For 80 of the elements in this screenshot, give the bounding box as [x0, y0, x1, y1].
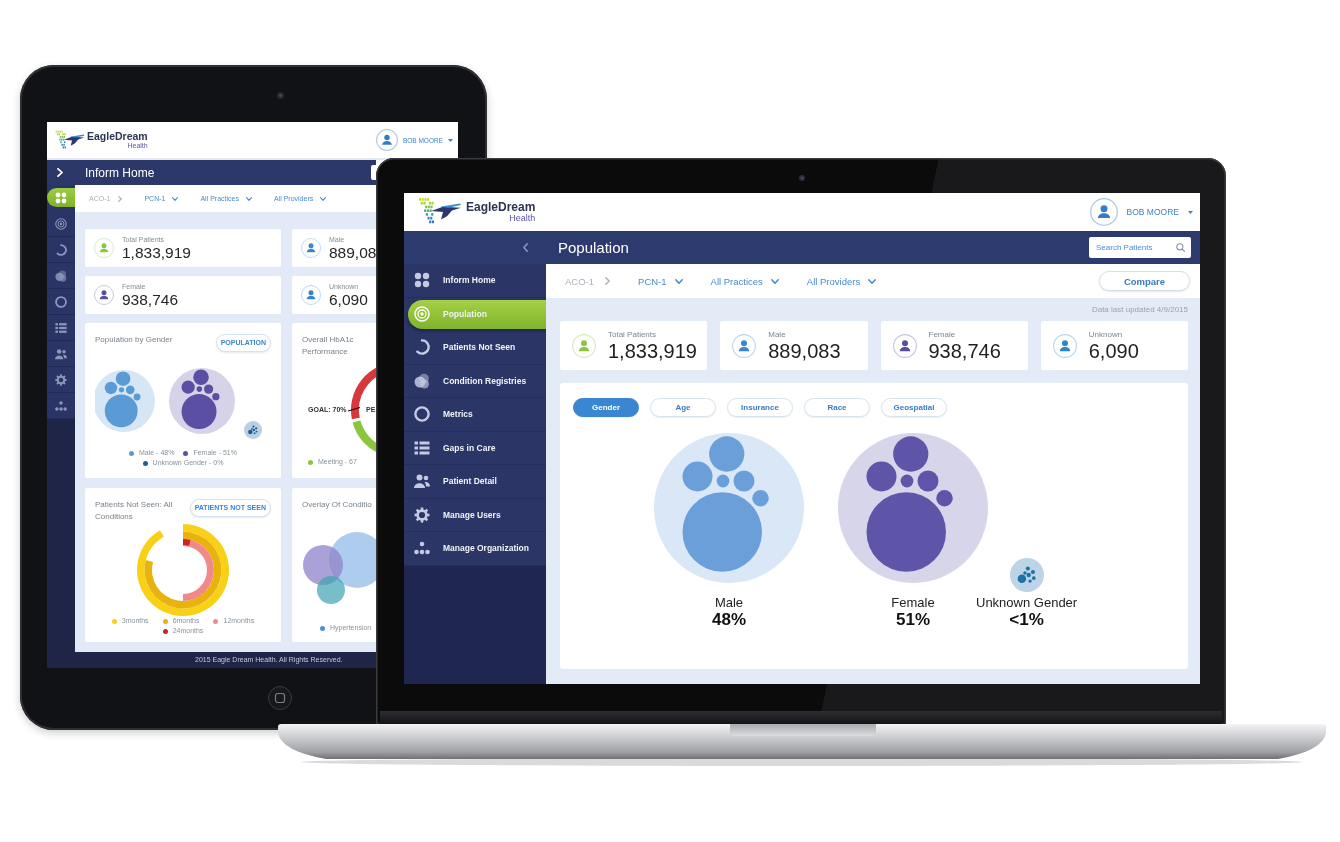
stat-value: 6,090 — [1088, 339, 1139, 362]
avatar-icon — [375, 129, 398, 151]
stat-value: 938,746 — [122, 290, 179, 308]
breadcrumb-link[interactable]: ACO-1 — [565, 275, 595, 287]
updated-note: Data last updated 4/9/2015 — [1091, 305, 1188, 315]
chevron-right-icon[interactable] — [57, 168, 63, 177]
chevron-down-icon — [172, 196, 179, 201]
stat-label: Male — [768, 329, 787, 340]
list-icon — [414, 439, 430, 456]
target-icon — [55, 217, 67, 230]
bubble-value: 48% — [712, 610, 746, 629]
bubble-label: Male — [714, 595, 744, 610]
people-icon — [414, 473, 430, 490]
chart-tab[interactable]: Race — [804, 398, 870, 417]
chevron-left-icon[interactable] — [523, 243, 528, 252]
brand-name: EagleDream — [466, 201, 536, 214]
avatar-icon — [1089, 198, 1118, 226]
chart-tab[interactable]: Age — [650, 398, 716, 417]
chart-tab[interactable]: Insurance — [727, 398, 793, 417]
card-title: Patients Not Seen: All Conditions — [95, 499, 174, 523]
stat-label: Total Patients — [608, 329, 658, 340]
target-icon — [414, 306, 430, 323]
dots-grid-icon — [414, 272, 430, 289]
dots-hierarchy-icon — [55, 399, 67, 412]
chevron-down-icon — [674, 278, 683, 284]
home-button-icon — [268, 686, 292, 710]
gear-icon — [414, 506, 430, 523]
chevron-down-icon — [320, 196, 327, 201]
stat-label: Unknown — [1088, 329, 1124, 340]
rail-item[interactable] — [47, 188, 75, 207]
filter-dropdown[interactable]: All Providers — [806, 275, 877, 287]
camera-icon — [799, 175, 805, 181]
search-field[interactable] — [371, 165, 376, 180]
stat-value: 6,090 — [329, 290, 368, 308]
brand-name: EagleDream — [87, 131, 148, 142]
ring-icon — [414, 406, 430, 423]
search-icon[interactable] — [1176, 243, 1185, 252]
stat-value: 1,833,919 — [122, 243, 191, 261]
chart-tab[interactable]: Geospatial — [881, 398, 947, 417]
people-icon — [55, 347, 67, 360]
compare-button[interactable]: Compare — [1099, 271, 1190, 291]
ring-icon — [55, 295, 67, 308]
bubble-value: <1% — [1009, 610, 1044, 629]
overlapping-circles-icon — [55, 269, 67, 282]
bubble-value: 51% — [896, 610, 930, 629]
chevron-right-icon — [118, 195, 123, 202]
card-title: Overlay Of Conditio — [302, 499, 372, 511]
list-icon — [55, 321, 67, 334]
caret-icon — [1188, 210, 1193, 214]
sidebar-item[interactable]: Condition Registries — [404, 364, 546, 398]
brand-subtitle: Health — [509, 214, 536, 223]
chevron-down-icon — [868, 278, 877, 284]
overlapping-circles-icon — [414, 372, 430, 389]
stat-label: Female — [928, 329, 957, 340]
stat-value: 938,746 — [928, 339, 1001, 362]
card-title: Population by Gender — [95, 334, 173, 346]
stat-value: 889,08 — [329, 243, 377, 261]
user-menu[interactable]: BOB MOORE — [1089, 198, 1193, 226]
card-title: Overall HbA1c Performance — [302, 334, 355, 358]
crescent-icon — [55, 243, 67, 256]
stat-value: 889,083 — [768, 339, 841, 362]
filter-dropdown[interactable]: PCN-1 — [638, 275, 683, 287]
chevron-down-icon — [245, 196, 252, 201]
page-title: Inform Home — [85, 165, 155, 180]
bubble-label: Unknown Gender — [976, 595, 1078, 610]
search-field[interactable]: Search Patients — [1089, 237, 1191, 258]
gear-icon — [55, 373, 67, 386]
filter-dropdown[interactable]: All Practices — [710, 275, 779, 287]
caret-icon — [448, 138, 453, 142]
dots-hierarchy-icon — [414, 540, 430, 557]
crescent-icon — [414, 339, 430, 356]
camera-icon — [277, 92, 284, 99]
bird-logo-icon — [55, 129, 85, 151]
dots-grid-icon — [55, 191, 67, 204]
chart-tab[interactable]: Gender — [573, 398, 639, 417]
bubble-label: Female — [891, 595, 935, 610]
chevron-right-icon — [605, 277, 611, 285]
page-title: Population — [558, 239, 629, 256]
stat-value: 1,833,919 — [608, 339, 697, 362]
chevron-down-icon — [770, 278, 779, 284]
